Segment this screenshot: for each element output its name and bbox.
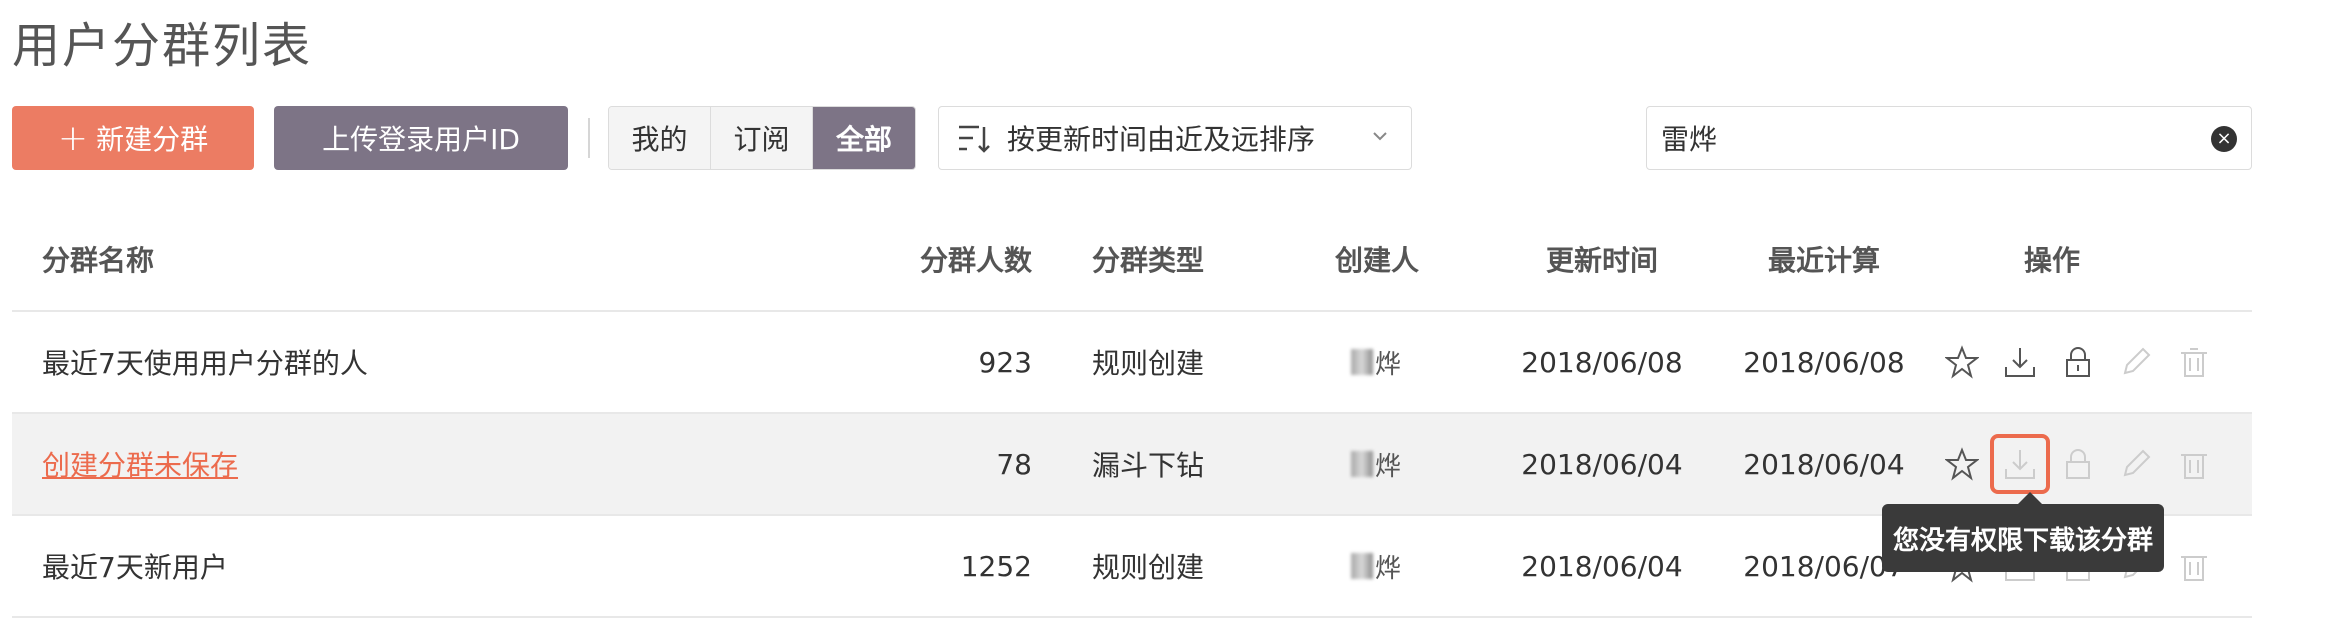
table-row: 最近7天使用用户分群的人 923 规则创建 烨 2018/06/08 2018/… [12, 312, 2252, 414]
updated-time: 2018/06/04 [1521, 549, 1683, 583]
edit-icon [2116, 342, 2156, 382]
upload-user-id-label: 上传登录用户ID [322, 123, 520, 156]
clear-icon[interactable]: × [2211, 126, 2237, 152]
header-updated[interactable]: 更新时间 [1502, 208, 1702, 310]
new-segment-button[interactable]: + 新建分群 [12, 106, 254, 170]
updated-time: 2018/06/08 [1521, 345, 1683, 379]
filter-all[interactable]: 全部 [813, 107, 915, 169]
segment-type: 规则创建 [1092, 551, 1205, 584]
creator: 烨 [1302, 516, 1452, 616]
plus-icon: + [57, 117, 89, 159]
segment-type: 规则创建 [1092, 347, 1205, 380]
header-name[interactable]: 分群名称 [42, 208, 154, 310]
trash-icon [2174, 342, 2214, 382]
row-actions [1942, 312, 2232, 412]
header-type[interactable]: 分群类型 [1092, 208, 1252, 310]
upload-user-id-button[interactable]: 上传登录用户ID [274, 106, 568, 170]
recent-calc-time: 2018/06/04 [1743, 447, 1905, 481]
table-row: 创建分群未保存 78 漏斗下钻 烨 2018/06/04 2018/06/04 [12, 414, 2252, 516]
download-icon[interactable] [2000, 342, 2040, 382]
header-count[interactable]: 分群人数 [832, 208, 1032, 310]
filter-segmented-control: 我的 订阅 全部 [608, 106, 916, 170]
lock-icon[interactable] [2058, 342, 2098, 382]
lock-icon [2058, 444, 2098, 484]
star-icon[interactable] [1942, 444, 1982, 484]
creator-name: 烨 [1375, 553, 1402, 584]
header-recent[interactable]: 最近计算 [1724, 208, 1924, 310]
search-input[interactable] [1661, 107, 2181, 169]
header-creator[interactable]: 创建人 [1302, 208, 1452, 310]
segment-name: 创建分群未保存 [42, 414, 238, 514]
segment-name[interactable]: 最近7天使用用户分群的人 [42, 312, 368, 412]
avatar: 烨 [1351, 551, 1403, 584]
toolbar: + 新建分群 上传登录用户ID 我的 订阅 全部 按更新时间由近及远排序 × [12, 106, 2252, 172]
star-icon[interactable] [1942, 342, 1982, 382]
trash-icon [2174, 444, 2214, 484]
trash-icon [2174, 546, 2214, 586]
search-box: × [1646, 106, 2252, 170]
creator-name: 烨 [1375, 349, 1402, 380]
filter-subscribed[interactable]: 订阅 [711, 107, 813, 169]
segment-count: 923 [978, 345, 1032, 379]
filter-mine[interactable]: 我的 [609, 107, 711, 169]
creator: 烨 [1302, 312, 1452, 412]
segment-count: 1252 [960, 549, 1032, 583]
creator: 烨 [1302, 414, 1452, 514]
sort-icon [959, 125, 990, 153]
page-title: 用户分群列表 [12, 18, 313, 74]
sort-dropdown[interactable]: 按更新时间由近及远排序 [938, 106, 1412, 170]
avatar: 烨 [1351, 449, 1403, 482]
edit-icon [2116, 444, 2156, 484]
segment-name[interactable]: 最近7天新用户 [42, 516, 228, 616]
creator-name: 烨 [1375, 451, 1402, 482]
header-ops: 操作 [2023, 244, 2080, 277]
toolbar-divider [588, 118, 590, 158]
updated-time: 2018/06/04 [1521, 447, 1683, 481]
table-header: 分群名称 分群人数 分群类型 创建人 更新时间 最近计算 操作 [12, 208, 2252, 312]
chevron-down-icon [1373, 132, 1387, 141]
download-icon[interactable] [1990, 434, 2050, 494]
segment-count: 78 [996, 447, 1032, 481]
row-actions [1942, 414, 2232, 514]
new-segment-label: 新建分群 [96, 123, 209, 156]
recent-calc-time: 2018/06/08 [1743, 345, 1905, 379]
download-permission-tooltip: 您没有权限下载该分群 [1882, 492, 2164, 572]
sort-label: 按更新时间由近及远排序 [1007, 123, 1316, 156]
segment-name-link[interactable]: 创建分群未保存 [42, 444, 238, 484]
segment-type: 漏斗下钻 [1092, 449, 1205, 482]
avatar: 烨 [1351, 347, 1403, 380]
